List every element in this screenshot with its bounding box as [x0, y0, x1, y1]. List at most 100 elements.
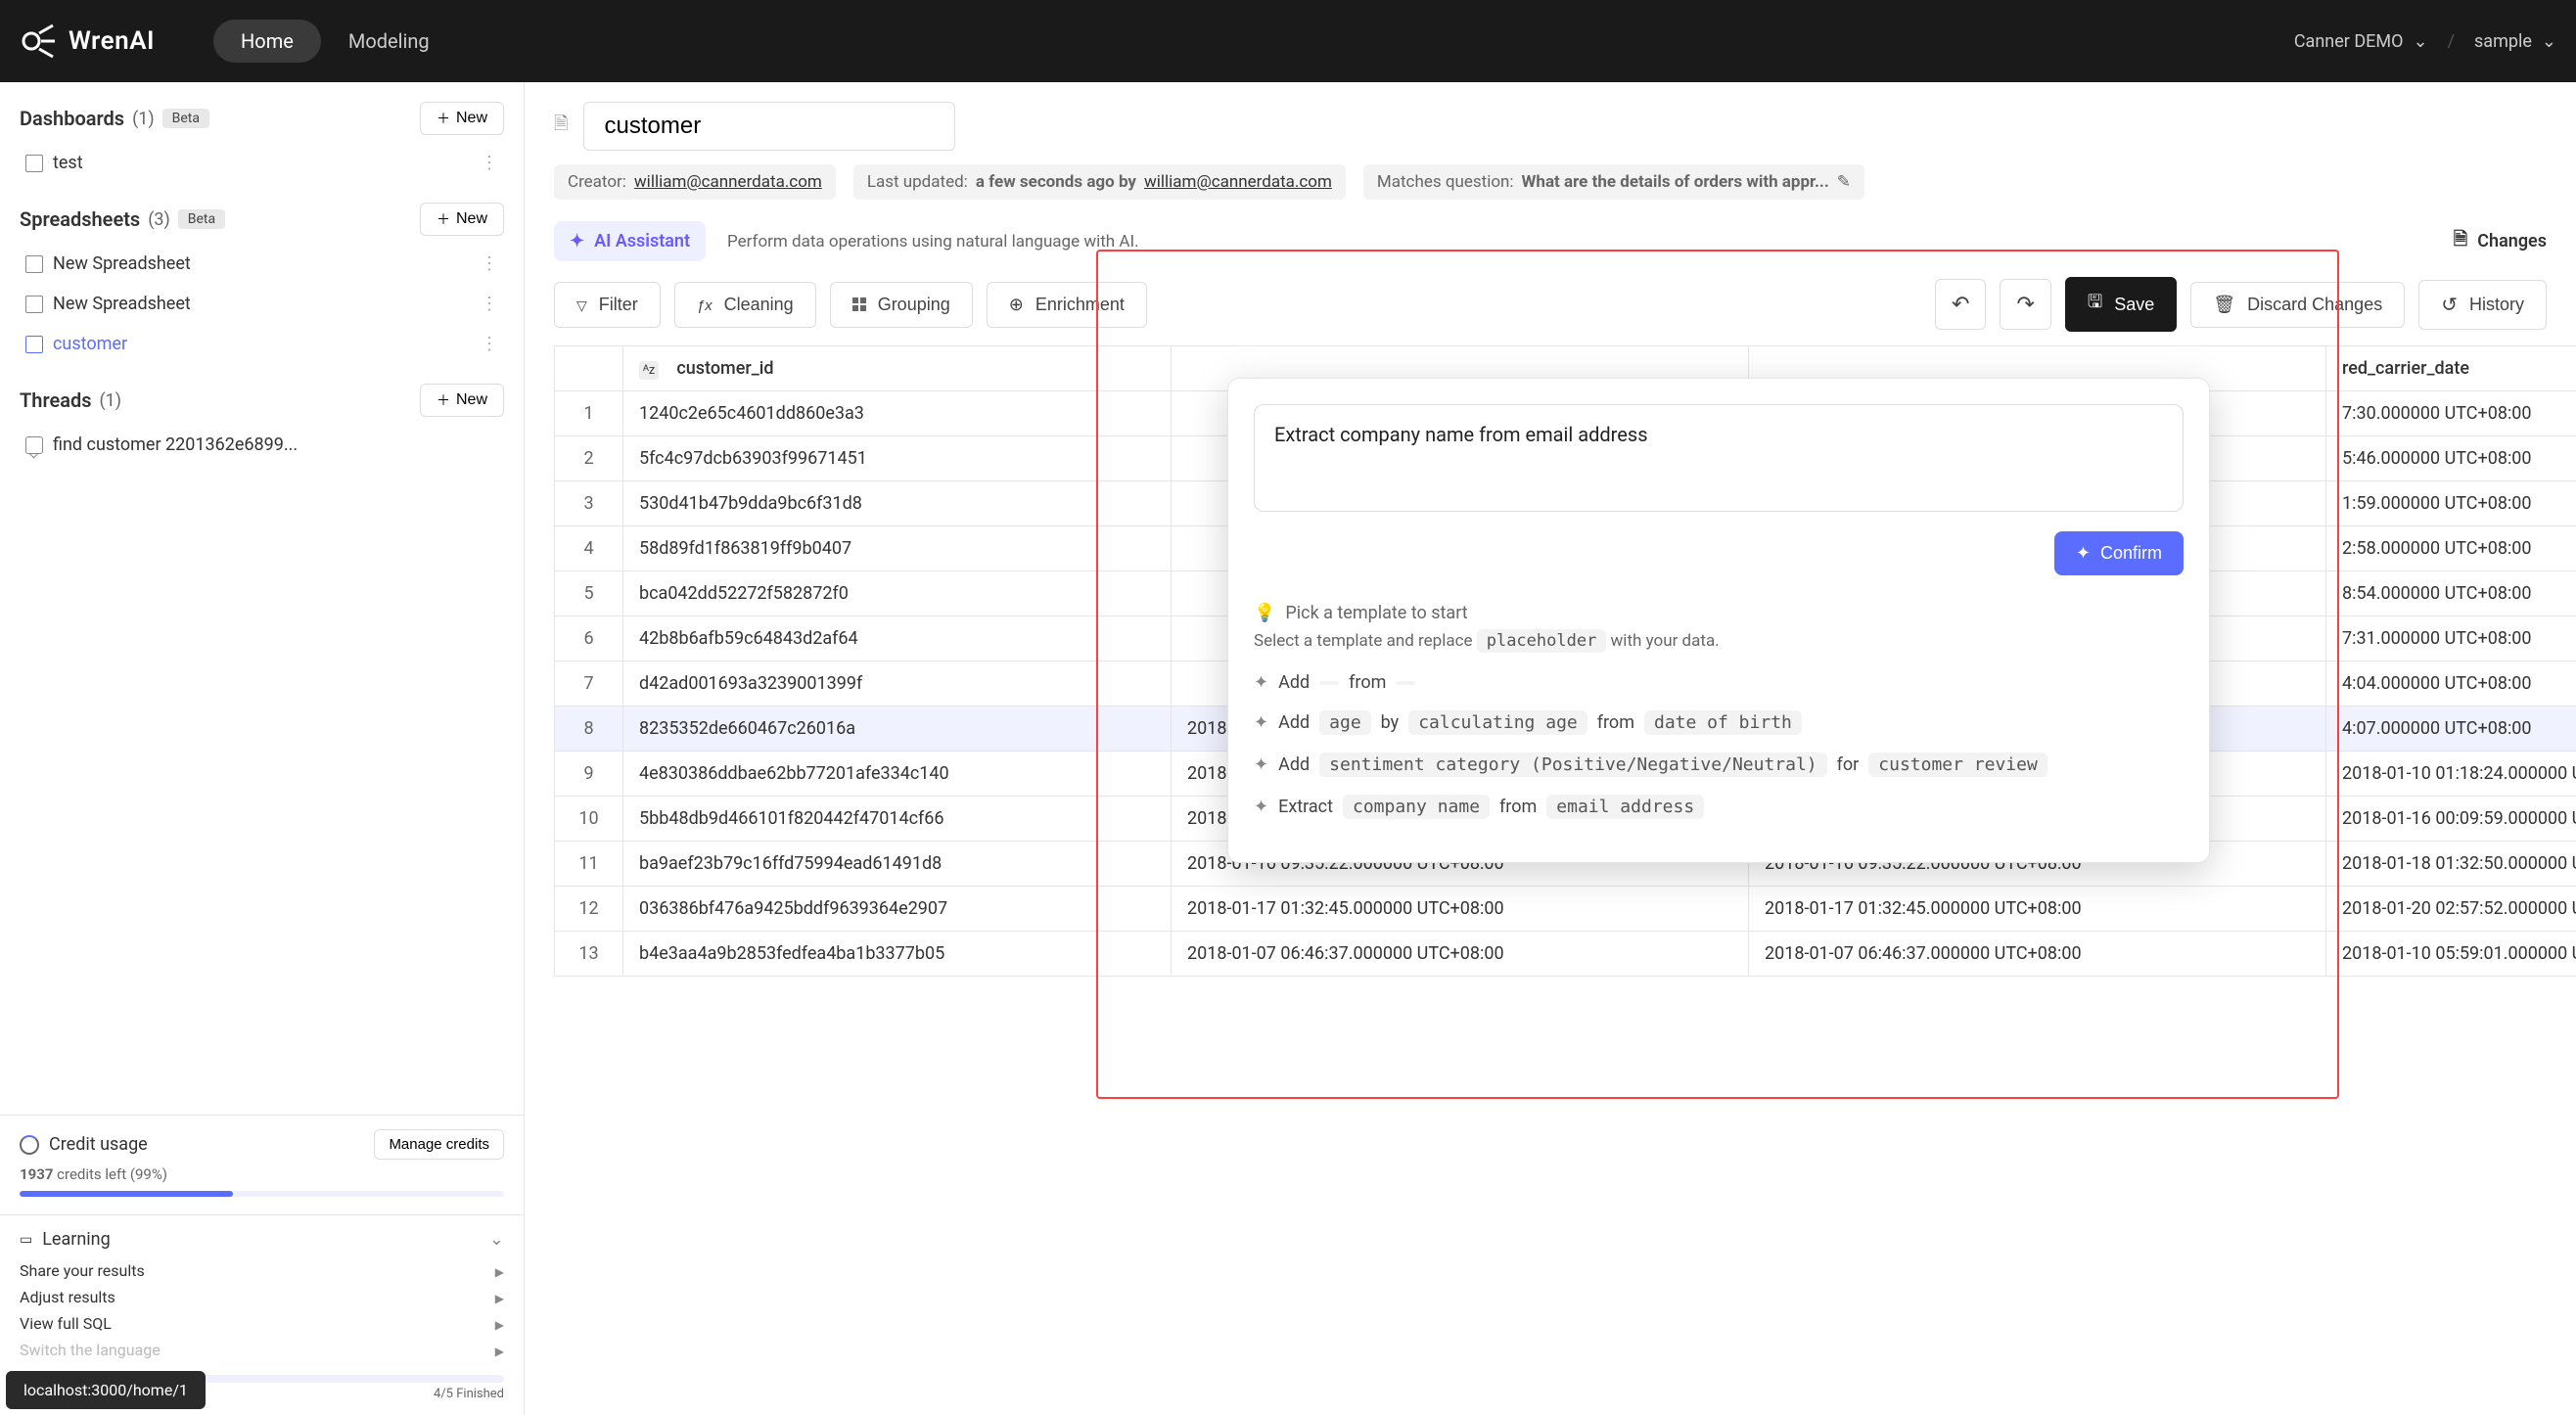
sidebar-item-customer[interactable]: customer: [20, 324, 504, 364]
col-customer-id[interactable]: customer_id: [623, 346, 1172, 391]
cell-customer-id[interactable]: 530d41b47b9dda9bc6f31d8: [623, 481, 1172, 526]
credit-title: Credit usage: [49, 1134, 148, 1155]
sparkle-icon: [2076, 543, 2091, 564]
sparkle-icon: [1254, 712, 1268, 733]
updater-link[interactable]: william@cannerdata.com: [1144, 172, 1332, 192]
cell-red-carrier[interactable]: 2018-01-20 02:57:52.000000 UTC+08:00: [2326, 887, 2576, 932]
cell[interactable]: 2018-01-07 06:46:37.000000 UTC+08:00: [1172, 932, 1749, 977]
org-dropdown[interactable]: Canner DEMO: [2294, 31, 2428, 52]
learning-item[interactable]: Adjust results: [20, 1284, 504, 1310]
sidebar-spreadsheets: Spreadsheets (3) Beta New New Spreadshee…: [0, 183, 524, 364]
col-red-carrier-date[interactable]: red_carrier_date: [2326, 346, 2576, 391]
table-row[interactable]: 12 036386bf476a9425bddf9639364e2907 2018…: [555, 887, 2576, 932]
threads-count: (1): [100, 390, 122, 411]
cell-customer-id[interactable]: d42ad001693a3239001399f: [623, 662, 1172, 707]
new-spreadsheet-button[interactable]: New: [420, 203, 504, 236]
cell-red-carrier[interactable]: 2018-01-18 01:32:50.000000 UTC+08:00: [2326, 842, 2576, 887]
save-button[interactable]: Save: [2065, 277, 2177, 332]
cell[interactable]: 2018-01-17 01:32:45.000000 UTC+08:00: [1749, 887, 2326, 932]
cell-red-carrier[interactable]: 1:59.000000 UTC+08:00: [2326, 481, 2576, 526]
cell[interactable]: 2018-01-07 06:46:37.000000 UTC+08:00: [1749, 932, 2326, 977]
creator-link[interactable]: william@cannerdata.com: [634, 172, 822, 192]
learning-item[interactable]: View full SQL: [20, 1310, 504, 1337]
cell-red-carrier[interactable]: 2018-01-10 05:59:01.000000 UTC+08:00: [2326, 932, 2576, 977]
history-button[interactable]: History: [2418, 280, 2547, 330]
cell-customer-id[interactable]: 5bb48db9d466101f820442f47014cf66: [623, 797, 1172, 842]
confirm-button[interactable]: Confirm: [2054, 531, 2184, 575]
credit-left: 1937 credits left (99%): [20, 1165, 504, 1183]
cleaning-button[interactable]: Cleaning: [674, 282, 816, 328]
cell-red-carrier[interactable]: 7:30.000000 UTC+08:00: [2326, 391, 2576, 436]
spreadsheet-title-input[interactable]: [583, 102, 955, 151]
nav-modeling[interactable]: Modeling: [321, 20, 457, 63]
cell-red-carrier[interactable]: 8:54.000000 UTC+08:00: [2326, 571, 2576, 616]
document-icon: [554, 112, 568, 141]
project-name: sample: [2474, 31, 2532, 52]
sparkle-icon: [570, 231, 584, 251]
enrichment-button[interactable]: Enrichment: [987, 282, 1147, 328]
dashboards-title: Dashboards: [20, 107, 124, 130]
project-dropdown[interactable]: sample: [2474, 31, 2556, 52]
grouping-button[interactable]: Grouping: [830, 282, 973, 328]
cell-customer-id[interactable]: 4e830386ddbae62bb77201afe334c140: [623, 752, 1172, 797]
redo-button[interactable]: [2000, 279, 2050, 330]
cell[interactable]: 2018-01-17 01:32:45.000000 UTC+08:00: [1172, 887, 1749, 932]
cell-red-carrier[interactable]: 4:04.000000 UTC+08:00: [2326, 662, 2576, 707]
save-icon: [2088, 290, 2102, 319]
cell-customer-id[interactable]: b4e3aa4a9b2853fedfea4ba1b3377b05: [623, 932, 1172, 977]
new-dashboard-button[interactable]: New: [420, 102, 504, 135]
rownum-cell: 11: [555, 842, 623, 887]
credit-bar: [20, 1191, 504, 1197]
filter-button[interactable]: Filter: [554, 282, 661, 328]
cell-customer-id[interactable]: 8235352de660467c26016a: [623, 707, 1172, 752]
more-icon[interactable]: [481, 334, 498, 354]
sidebar-item-thread[interactable]: find customer 2201362e6899...: [20, 425, 504, 465]
cell-red-carrier[interactable]: 7:31.000000 UTC+08:00: [2326, 616, 2576, 662]
learning-item[interactable]: Switch the language: [20, 1337, 504, 1363]
ai-prompt-input[interactable]: Extract company name from email address: [1254, 404, 2184, 512]
cell-customer-id[interactable]: 036386bf476a9425bddf9639364e2907: [623, 887, 1172, 932]
cell-red-carrier[interactable]: 5:46.000000 UTC+08:00: [2326, 436, 2576, 481]
logo[interactable]: WrenAI: [20, 22, 155, 61]
chevron-down-icon: [489, 1229, 504, 1250]
cell-customer-id[interactable]: ba9aef23b79c16ffd75994ead61491d8: [623, 842, 1172, 887]
more-icon[interactable]: [481, 294, 498, 314]
cell-red-carrier[interactable]: 2018-01-10 01:18:24.000000 UTC+08:00: [2326, 752, 2576, 797]
sidebar-item-spreadsheet[interactable]: New Spreadsheet: [20, 284, 504, 324]
ai-assistant-pill[interactable]: AI Assistant: [554, 221, 706, 261]
sidebar-item-test[interactable]: test: [20, 143, 504, 183]
sidebar-item-label: customer: [53, 334, 127, 354]
learning-item[interactable]: Share your results: [20, 1257, 504, 1284]
edit-icon[interactable]: [1837, 172, 1851, 192]
sidebar-item-label: New Spreadsheet: [53, 253, 191, 274]
cell-red-carrier[interactable]: 2018-01-16 00:09:59.000000 UTC+08:00: [2326, 797, 2576, 842]
cell-customer-id[interactable]: 42b8b6afb59c64843d2af64: [623, 616, 1172, 662]
template-suggestion[interactable]: Add sentiment category (Positive/Negativ…: [1254, 753, 2184, 777]
filter-icon: [576, 295, 587, 315]
discard-button[interactable]: Discard Changes: [2190, 282, 2405, 328]
fx-icon: [697, 295, 713, 315]
cell-customer-id[interactable]: bca042dd52272f582872f0: [623, 571, 1172, 616]
manage-credits-button[interactable]: Manage credits: [374, 1129, 504, 1160]
template-suggestion[interactable]: Extract company name from email address: [1254, 795, 2184, 819]
new-thread-button[interactable]: New: [420, 384, 504, 417]
template-suggestion[interactable]: Add from: [1254, 672, 2184, 693]
cell-red-carrier[interactable]: 2:58.000000 UTC+08:00: [2326, 526, 2576, 571]
cell-customer-id[interactable]: 58d89fd1f863819ff9b0407: [623, 526, 1172, 571]
cell-customer-id[interactable]: 5fc4c97dcb63903f99671451: [623, 436, 1172, 481]
template-suggestion[interactable]: Add age by calculating age from date of …: [1254, 710, 2184, 735]
more-icon[interactable]: [481, 253, 498, 274]
spreadsheets-title: Spreadsheets: [20, 207, 140, 231]
nav-home[interactable]: Home: [213, 20, 321, 63]
undo-button[interactable]: [1935, 279, 1986, 330]
cell-customer-id[interactable]: 1240c2e65c4601dd860e3a3: [623, 391, 1172, 436]
sheet-icon: [25, 336, 43, 353]
table-row[interactable]: 13 b4e3aa4a9b2853fedfea4ba1b3377b05 2018…: [555, 932, 2576, 977]
plus-circle-icon: [1009, 295, 1024, 315]
grid-icon: [852, 297, 866, 311]
learning-toggle[interactable]: ▭ Learning: [20, 1229, 504, 1250]
sidebar-item-spreadsheet[interactable]: New Spreadsheet: [20, 244, 504, 284]
more-icon[interactable]: [481, 153, 498, 173]
cell-red-carrier[interactable]: 4:07.000000 UTC+08:00: [2326, 707, 2576, 752]
status-tooltip: localhost:3000/home/1: [6, 1371, 206, 1409]
